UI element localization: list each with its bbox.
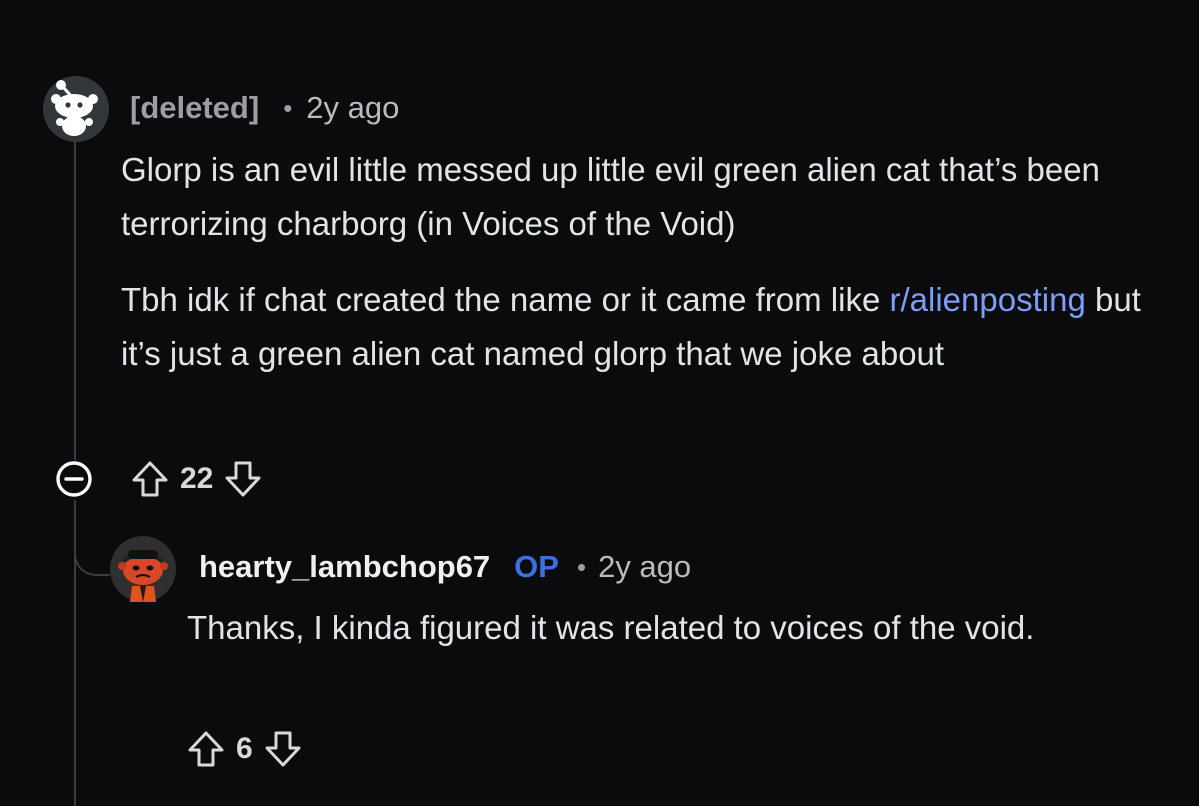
comment-paragraph-2: Tbh idk if chat created the name or it c… — [121, 273, 1161, 381]
comment-paragraph-1: Glorp is an evil little messed up little… — [121, 151, 1100, 242]
reply-connector-line — [74, 500, 110, 576]
reply-text: Thanks, I kinda figured it was related t… — [187, 609, 1035, 646]
vote-count: 22 — [180, 462, 214, 495]
avatar-deleted-user-icon[interactable] — [43, 76, 109, 142]
paragraph-prefix: Tbh idk if chat created the name or it c… — [121, 281, 890, 318]
separator-dot: • — [576, 551, 587, 582]
subreddit-link[interactable]: r/alienposting — [890, 281, 1086, 318]
collapse-minus-icon[interactable] — [54, 459, 94, 499]
comment-actions: 22 — [54, 459, 263, 499]
reply-header: hearty_lambchop67 OP • 2y ago — [199, 546, 691, 588]
downvote-arrow-icon[interactable] — [263, 729, 303, 769]
op-badge: OP — [514, 549, 559, 584]
reply-author-name[interactable]: hearty_lambchop67 — [199, 549, 490, 585]
thread-line[interactable] — [74, 138, 76, 460]
comment-thread: [deleted] • 2y ago Glorp is an evil litt… — [0, 0, 1199, 806]
upvote-arrow-icon[interactable] — [186, 729, 226, 769]
reply-timestamp: 2y ago — [598, 549, 692, 584]
comment-header: [deleted] • 2y ago — [130, 88, 399, 128]
vote-count: 6 — [236, 732, 253, 765]
upvote-arrow-icon[interactable] — [130, 459, 170, 499]
reply-actions: 6 — [186, 729, 303, 769]
separator-dot: • — [283, 92, 293, 123]
avatar-reply-user-icon[interactable] — [110, 536, 176, 602]
comment-timestamp: 2y ago — [306, 90, 400, 125]
downvote-arrow-icon[interactable] — [223, 459, 263, 499]
author-name[interactable]: [deleted] — [130, 90, 259, 126]
